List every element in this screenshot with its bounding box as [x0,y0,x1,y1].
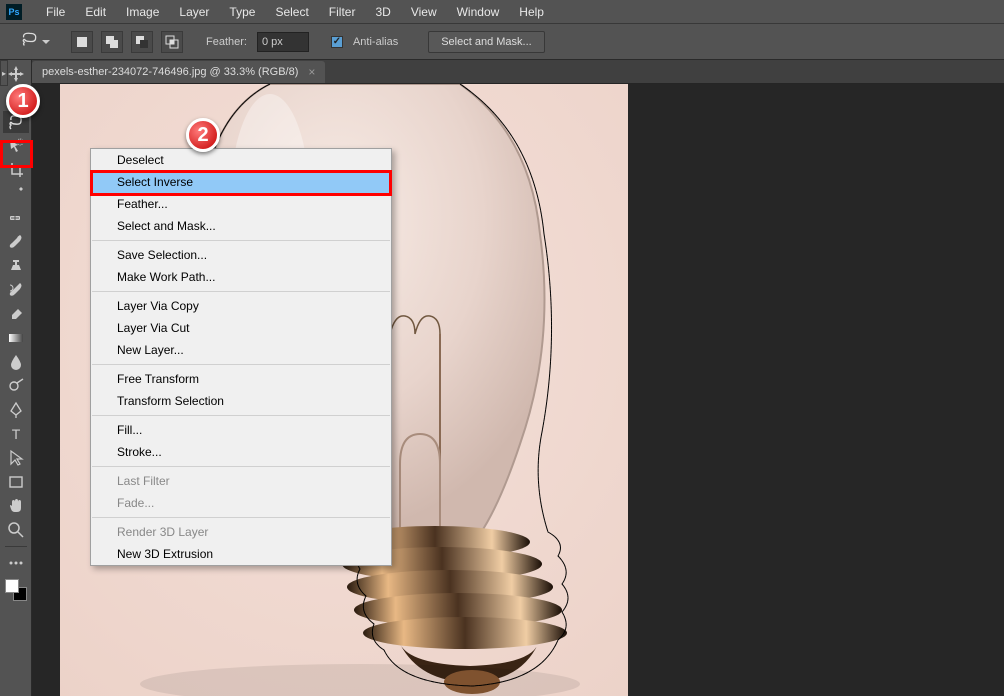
close-icon[interactable]: × [308,65,315,79]
ctx-save-selection[interactable]: Save Selection... [91,244,391,266]
ctx-fill[interactable]: Fill... [91,419,391,441]
ctx-free-transform[interactable]: Free Transform [91,368,391,390]
edit-toolbar-icon[interactable] [3,552,29,574]
app-short: Ps [8,7,19,17]
ctx-feather[interactable]: Feather... [91,193,391,215]
menu-view[interactable]: View [401,5,447,19]
annotation-box-2 [90,170,392,196]
hand-tool-icon[interactable] [3,495,29,517]
clone-stamp-tool-icon[interactable] [3,255,29,277]
ctx-deselect[interactable]: Deselect [91,149,391,171]
menubar: Ps File Edit Image Layer Type Select Fil… [0,0,1004,24]
menu-type[interactable]: Type [219,5,265,19]
menu-select[interactable]: Select [265,5,318,19]
ctx-separator [92,415,390,416]
ctx-separator [92,517,390,518]
antialias-label: Anti-alias [353,36,398,48]
zoom-tool-icon[interactable] [3,519,29,541]
blur-tool-icon[interactable] [3,351,29,373]
brush-tool-icon[interactable] [3,231,29,253]
type-tool-icon[interactable]: T [3,423,29,445]
healing-brush-tool-icon[interactable] [3,207,29,229]
select-and-mask-button[interactable]: Select and Mask... [428,31,545,53]
feather-label: Feather: [206,36,247,48]
selection-add-icon[interactable] [101,31,123,53]
menu-help[interactable]: Help [509,5,554,19]
collapse-handle[interactable]: ▸ [0,60,8,86]
ctx-new-layer[interactable]: New Layer... [91,339,391,361]
annotation-callout-1: 1 [6,84,40,118]
ctx-last-filter: Last Filter [91,470,391,492]
ctx-transform-selection[interactable]: Transform Selection [91,390,391,412]
menu-edit[interactable]: Edit [75,5,116,19]
context-menu: Deselect Select Inverse Feather... Selec… [90,148,392,566]
menu-3d[interactable]: 3D [365,5,400,19]
ctx-make-work-path[interactable]: Make Work Path... [91,266,391,288]
ctx-fade: Fade... [91,492,391,514]
ctx-new-3d-extrusion[interactable]: New 3D Extrusion [91,543,391,565]
path-select-tool-icon[interactable] [3,447,29,469]
options-bar: Feather: Anti-alias Select and Mask... [0,24,1004,60]
document-tab[interactable]: pexels-esther-234072-746496.jpg @ 33.3% … [32,61,325,83]
feather-input[interactable] [257,32,309,52]
pen-tool-icon[interactable] [3,399,29,421]
menu-filter[interactable]: Filter [319,5,366,19]
svg-text:T: T [11,426,20,442]
ctx-separator [92,466,390,467]
document-tab-title: pexels-esther-234072-746496.jpg @ 33.3% … [42,66,298,78]
dodge-tool-icon[interactable] [3,375,29,397]
ctx-layer-via-copy[interactable]: Layer Via Copy [91,295,391,317]
gradient-tool-icon[interactable] [3,327,29,349]
ctx-select-and-mask[interactable]: Select and Mask... [91,215,391,237]
menu-layer[interactable]: Layer [169,5,219,19]
eraser-tool-icon[interactable] [3,303,29,325]
eyedropper-tool-icon[interactable] [3,183,29,205]
chevron-down-icon [42,40,50,44]
annotation-box-1 [0,140,33,168]
annotation-callout-2: 2 [186,118,220,152]
document-tabbar: pexels-esther-234072-746496.jpg @ 33.3% … [0,60,1004,84]
menu-window[interactable]: Window [447,5,510,19]
ctx-separator [92,364,390,365]
foreground-background-swatch[interactable] [5,579,27,601]
selection-subtract-icon[interactable] [131,31,153,53]
history-brush-tool-icon[interactable] [3,279,29,301]
ctx-render-3d-layer: Render 3D Layer [91,521,391,543]
ctx-stroke[interactable]: Stroke... [91,441,391,463]
ctx-separator [92,291,390,292]
tool-preset-picker[interactable] [20,31,50,52]
ctx-layer-via-cut[interactable]: Layer Via Cut [91,317,391,339]
rectangle-tool-icon[interactable] [3,471,29,493]
selection-new-icon[interactable] [71,31,93,53]
foreground-color-swatch[interactable] [5,579,19,593]
lasso-icon [20,31,40,52]
menu-file[interactable]: File [36,5,75,19]
app-icon: Ps [6,4,22,20]
ctx-separator [92,240,390,241]
toolbar-separator [5,546,27,547]
antialias-checkbox[interactable] [331,36,343,48]
menu-image[interactable]: Image [116,5,169,19]
selection-intersect-icon[interactable] [161,31,183,53]
